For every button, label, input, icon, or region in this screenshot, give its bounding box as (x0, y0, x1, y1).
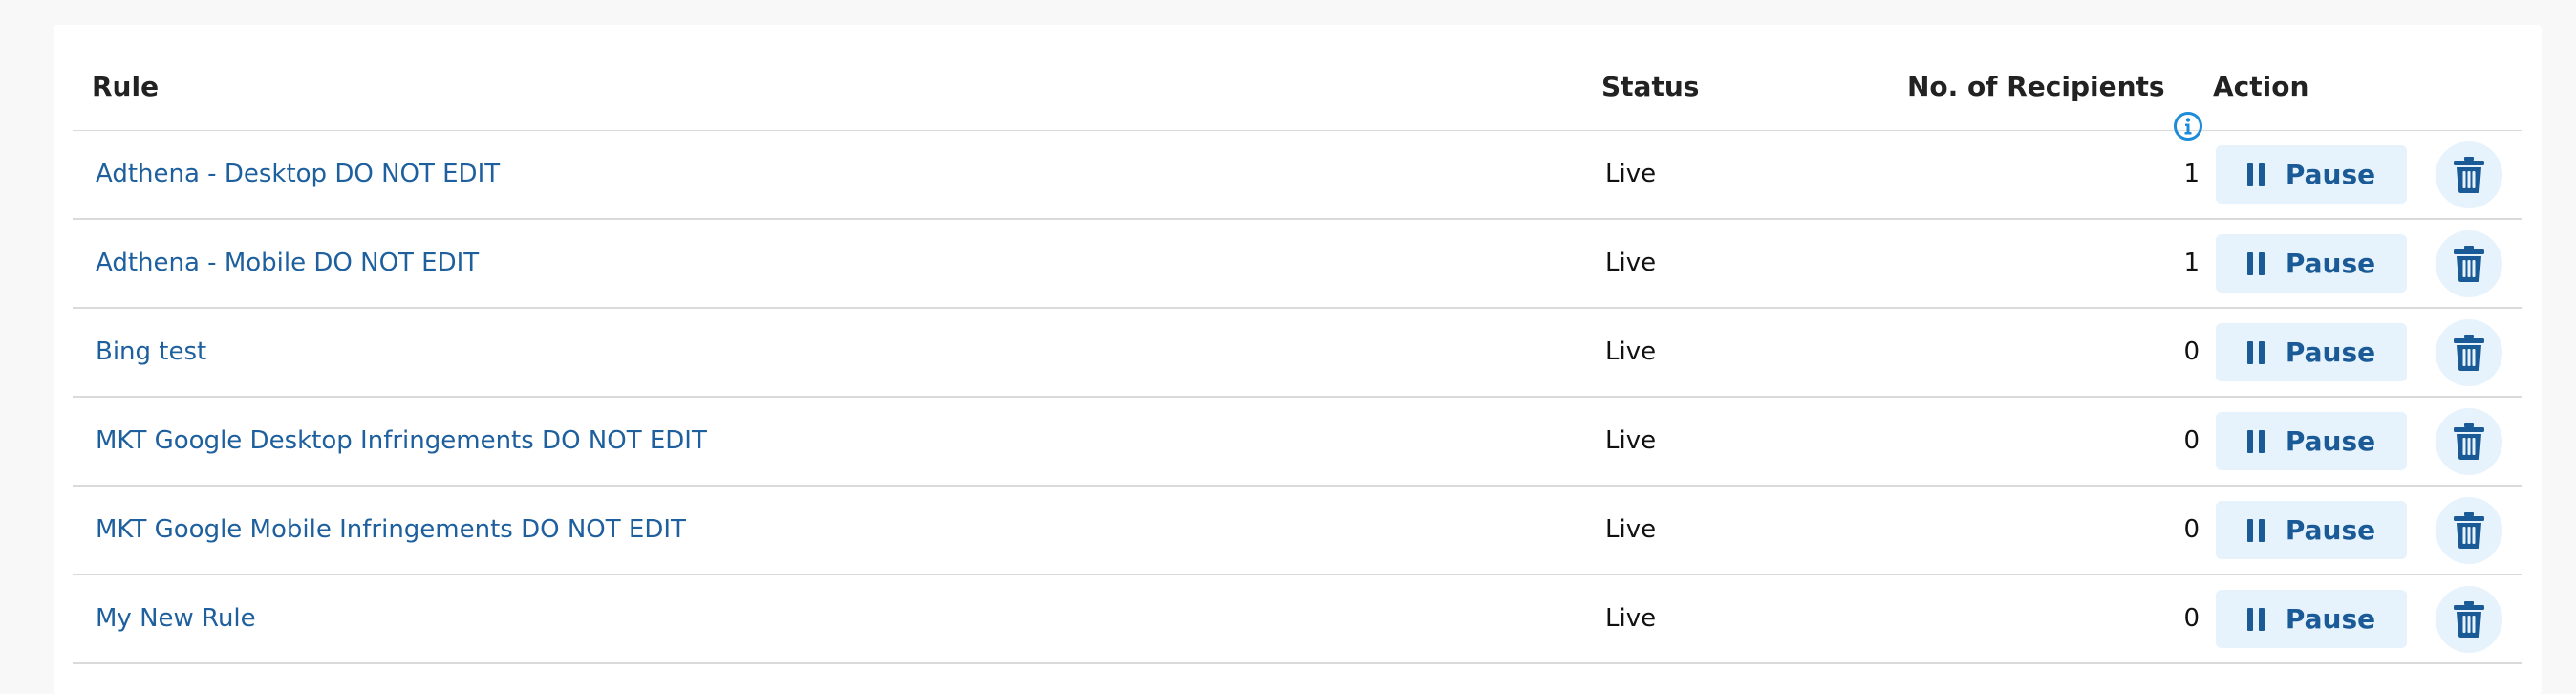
rule-name-link[interactable]: MKT Google Desktop Infringements DO NOT … (96, 398, 707, 485)
status-text: Live (1605, 337, 1657, 366)
rules-card: Rule Status No. of Recipients Action Adt… (54, 25, 2542, 694)
status-text: Live (1605, 515, 1657, 544)
table-header: Rule Status No. of Recipients Action (73, 25, 2522, 141)
column-header-recipients: No. of Recipients (1907, 25, 2203, 141)
status-text: Live (1605, 249, 1657, 277)
recipients-count: 0 (2183, 337, 2200, 366)
trash-icon (2454, 246, 2484, 282)
rule-name-link[interactable]: Adthena - Desktop DO NOT EDIT (96, 131, 500, 218)
column-header-action: Action (2213, 71, 2309, 102)
rule-name-link[interactable]: MKT Google Mobile Infringements DO NOT E… (96, 487, 686, 574)
delete-button[interactable] (2436, 408, 2502, 475)
pause-button-label: Pause (2285, 425, 2376, 457)
rule-name-link[interactable]: Adthena - Mobile DO NOT EDIT (96, 220, 479, 307)
pause-button-label: Pause (2285, 159, 2376, 190)
column-header-status: Status (1601, 71, 1700, 102)
status-text: Live (1605, 604, 1657, 633)
column-header-recipients-label: No. of Recipients (1907, 71, 2165, 102)
delete-button[interactable] (2436, 230, 2502, 297)
table-row: Bing test Live 0 Pause (73, 309, 2522, 398)
delete-button[interactable] (2436, 586, 2502, 653)
pause-icon (2246, 429, 2265, 453)
pause-icon (2246, 340, 2265, 364)
pause-button[interactable]: Pause (2216, 501, 2407, 559)
status-text: Live (1605, 160, 1657, 188)
recipients-count: 1 (2183, 249, 2200, 277)
trash-icon (2454, 335, 2484, 371)
delete-button[interactable] (2436, 497, 2502, 564)
pause-icon (2246, 251, 2265, 275)
pause-button[interactable]: Pause (2216, 412, 2407, 470)
info-icon[interactable] (2173, 71, 2203, 141)
table-row: My New Rule Live 0 Pause (73, 575, 2522, 664)
column-header-rule: Rule (92, 71, 160, 102)
pause-button[interactable]: Pause (2216, 323, 2407, 381)
recipients-count: 0 (2183, 426, 2200, 455)
recipients-count: 0 (2183, 604, 2200, 633)
recipients-count: 1 (2183, 160, 2200, 188)
pause-button-label: Pause (2285, 248, 2376, 279)
trash-icon (2454, 601, 2484, 638)
pause-button[interactable]: Pause (2216, 234, 2407, 293)
rule-name-link[interactable]: My New Rule (96, 575, 256, 662)
table-row: MKT Google Desktop Infringements DO NOT … (73, 398, 2522, 487)
pause-icon (2246, 607, 2265, 631)
pause-button[interactable]: Pause (2216, 590, 2407, 648)
pause-button-label: Pause (2285, 336, 2376, 368)
delete-button[interactable] (2436, 141, 2502, 208)
table-row: Adthena - Mobile DO NOT EDIT Live 1 Paus… (73, 220, 2522, 309)
rules-table: Rule Status No. of Recipients Action Adt… (73, 25, 2522, 664)
pause-button-label: Pause (2285, 514, 2376, 546)
table-body: Adthena - Desktop DO NOT EDIT Live 1 Pau… (73, 131, 2522, 664)
recipients-count: 0 (2183, 515, 2200, 544)
trash-icon (2454, 157, 2484, 193)
status-text: Live (1605, 426, 1657, 455)
delete-button[interactable] (2436, 319, 2502, 386)
trash-icon (2454, 512, 2484, 549)
table-row: Adthena - Desktop DO NOT EDIT Live 1 Pau… (73, 131, 2522, 220)
pause-button[interactable]: Pause (2216, 145, 2407, 204)
pause-icon (2246, 518, 2265, 542)
trash-icon (2454, 423, 2484, 460)
pause-button-label: Pause (2285, 603, 2376, 635)
table-row: MKT Google Mobile Infringements DO NOT E… (73, 487, 2522, 575)
pause-icon (2246, 163, 2265, 186)
rule-name-link[interactable]: Bing test (96, 309, 206, 396)
